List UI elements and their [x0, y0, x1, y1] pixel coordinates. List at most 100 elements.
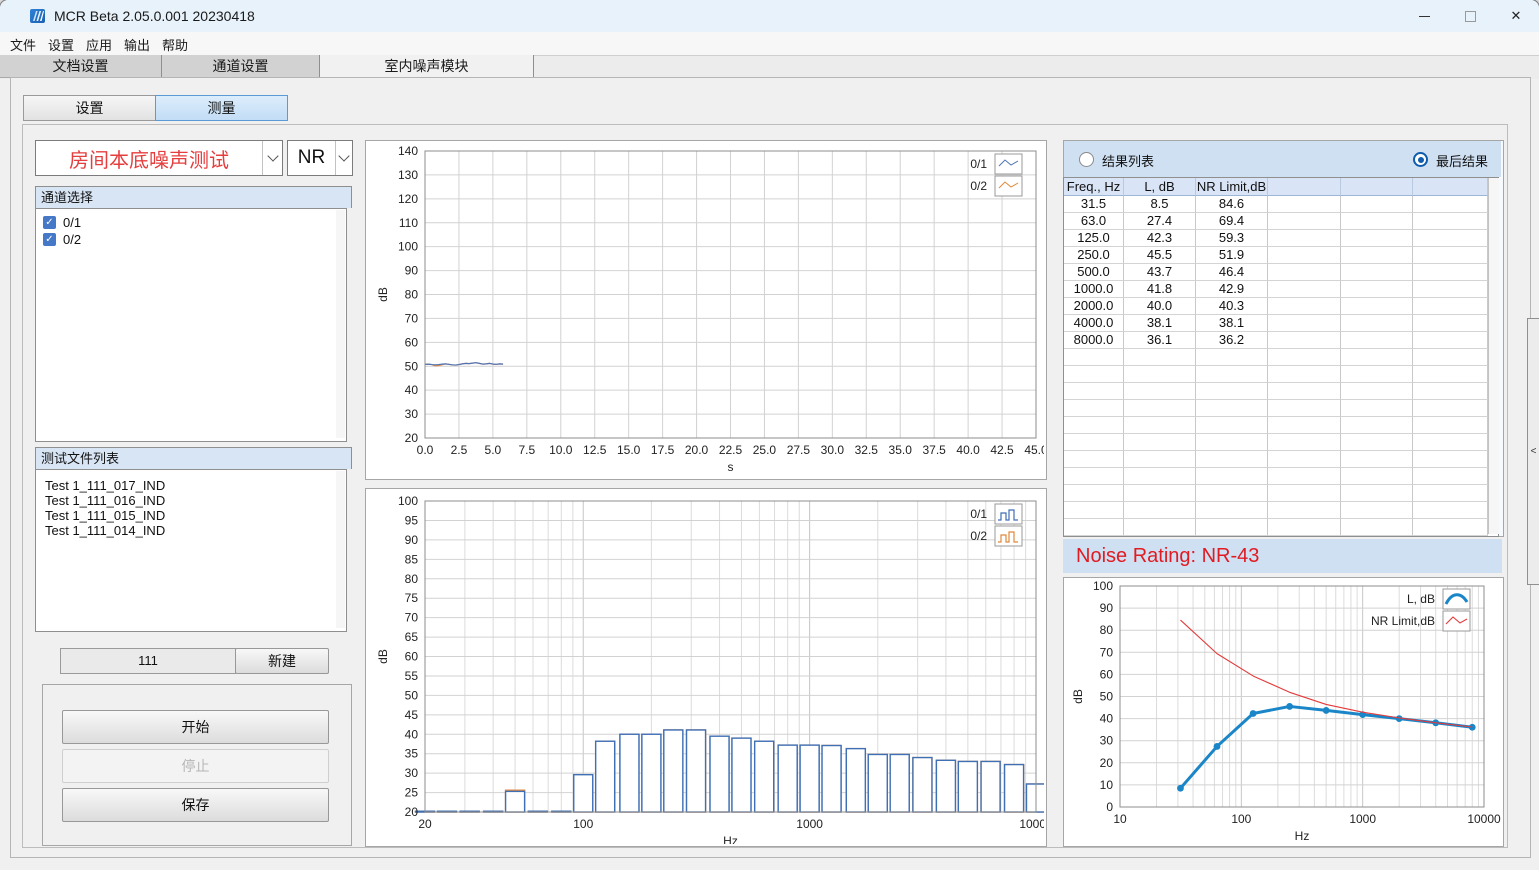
table-row[interactable]: 1000.041.842.9 [1064, 281, 1498, 298]
table-row [1064, 383, 1498, 400]
table-header-row: Freq., HzL, dBNR Limit,dB [1064, 178, 1498, 196]
table-cell [1124, 417, 1196, 434]
table-row[interactable]: 4000.038.138.1 [1064, 315, 1498, 332]
panel-collapse-handle[interactable]: < [1527, 318, 1539, 585]
table-cell [1196, 502, 1268, 519]
table-row[interactable]: 125.042.359.3 [1064, 230, 1498, 247]
menu-file[interactable]: 文件 [8, 35, 38, 53]
test-type-combobox[interactable]: 房间本底噪声测试 [35, 140, 283, 176]
menu-output[interactable]: 输出 [122, 35, 152, 53]
radio-result-list-label[interactable]: 结果列表 [1102, 151, 1154, 170]
table-cell [1268, 315, 1341, 332]
table-cell [1268, 247, 1341, 264]
table-cell [1413, 196, 1488, 213]
subtab-settings[interactable]: 设置 [23, 95, 156, 121]
table-cell: 40.3 [1196, 298, 1268, 315]
tab-channel-settings[interactable]: 通道设置 [162, 55, 320, 78]
save-button[interactable]: 保存 [62, 788, 329, 822]
svg-text:60: 60 [405, 335, 419, 349]
channel-item[interactable]: ✓ 0/2 [43, 232, 81, 247]
svg-text:30.0: 30.0 [821, 443, 845, 457]
results-table-scrollbar[interactable] [1488, 178, 1499, 534]
file-list-item[interactable]: Test 1_111_016_IND [45, 493, 165, 508]
channel-list-scrollbar[interactable] [336, 210, 345, 438]
file-list-item[interactable]: Test 1_111_014_IND [45, 523, 165, 538]
table-cell [1413, 315, 1488, 332]
test-type-dropdown-button[interactable] [262, 141, 282, 175]
table-row[interactable]: 500.043.746.4 [1064, 264, 1498, 281]
svg-text:50: 50 [1100, 690, 1114, 704]
svg-text:20: 20 [405, 805, 419, 819]
file-list-scrollbar[interactable] [336, 471, 345, 628]
table-cell: 42.3 [1124, 230, 1196, 247]
radio-last-result-label[interactable]: 最后结果 [1436, 151, 1488, 170]
table-cell [1124, 519, 1196, 536]
channel-label: 0/1 [63, 215, 81, 230]
menu-settings[interactable]: 设置 [46, 35, 76, 53]
table-cell [1064, 366, 1124, 383]
menu-apply[interactable]: 应用 [84, 35, 114, 53]
stop-button[interactable]: 停止 [62, 749, 329, 783]
table-row [1064, 519, 1498, 536]
table-cell [1341, 417, 1413, 434]
table-cell: 1000.0 [1064, 281, 1124, 298]
radio-last-result[interactable] [1413, 152, 1428, 167]
table-cell: 46.4 [1196, 264, 1268, 281]
start-button[interactable]: 开始 [62, 710, 329, 744]
svg-text:30: 30 [1100, 734, 1114, 748]
channel-listbox[interactable]: ✓ 0/1 ✓ 0/2 [35, 208, 347, 442]
svg-text:dB: dB [376, 287, 390, 302]
subtab-measure[interactable]: 测量 [155, 95, 288, 121]
results-table: Freq., HzL, dBNR Limit,dB31.58.584.663.0… [1063, 177, 1499, 537]
channel-select-header: 通道选择 [35, 186, 352, 208]
svg-text:40: 40 [1100, 712, 1114, 726]
table-cell [1341, 400, 1413, 417]
table-cell [1341, 298, 1413, 315]
table-cell: 36.1 [1124, 332, 1196, 349]
table-row [1064, 434, 1498, 451]
file-name-input[interactable]: 111 [60, 648, 236, 674]
rating-dropdown-button[interactable] [335, 141, 352, 175]
minimize-button[interactable] [1401, 0, 1447, 32]
checkbox-checked-icon[interactable]: ✓ [43, 216, 56, 229]
tab-indoor-noise-module[interactable]: 室内噪声模块 [320, 55, 534, 78]
table-cell [1268, 281, 1341, 298]
table-cell [1268, 332, 1341, 349]
maximize-button[interactable] [1447, 0, 1493, 32]
radio-result-list[interactable] [1079, 152, 1094, 167]
svg-text:s: s [728, 460, 734, 474]
svg-text:12.5: 12.5 [583, 443, 607, 457]
results-panel: 结果列表 最后结果 Freq., HzL, dBNR Limit,dB31.58… [1063, 140, 1504, 537]
table-cell [1268, 468, 1341, 485]
tab-document-settings[interactable]: 文档设置 [0, 55, 162, 78]
svg-text:40: 40 [405, 727, 419, 741]
table-cell [1341, 536, 1413, 537]
table-row[interactable]: 31.58.584.6 [1064, 196, 1498, 213]
test-type-value: 房间本底噪声测试 [36, 144, 262, 173]
svg-text:70: 70 [405, 611, 419, 625]
table-cell [1341, 213, 1413, 230]
svg-text:80: 80 [1100, 623, 1114, 637]
checkbox-checked-icon[interactable]: ✓ [43, 233, 56, 246]
channel-item[interactable]: ✓ 0/1 [43, 215, 81, 230]
table-cell [1124, 366, 1196, 383]
test-file-listbox[interactable]: Test 1_111_017_IND Test 1_111_016_IND Te… [35, 469, 347, 632]
table-row[interactable]: 2000.040.040.3 [1064, 298, 1498, 315]
noise-rating-chart: 101001000100000102030405060708090100HzdB… [1064, 578, 1501, 844]
table-cell [1064, 536, 1124, 537]
svg-text:35: 35 [405, 747, 419, 761]
svg-text:70: 70 [405, 311, 419, 325]
close-button[interactable]: ✕ [1493, 0, 1539, 32]
table-row[interactable]: 250.045.551.9 [1064, 247, 1498, 264]
svg-text:0/2: 0/2 [970, 529, 987, 543]
rating-combobox[interactable]: NR [287, 140, 353, 176]
table-row[interactable]: 8000.036.136.2 [1064, 332, 1498, 349]
table-row[interactable]: 63.027.469.4 [1064, 213, 1498, 230]
table-cell [1064, 400, 1124, 417]
new-file-button[interactable]: 新建 [235, 648, 329, 674]
file-list-item[interactable]: Test 1_111_017_IND [45, 478, 165, 493]
menu-help[interactable]: 帮助 [160, 35, 190, 53]
table-cell [1413, 536, 1488, 537]
file-list-item[interactable]: Test 1_111_015_IND [45, 508, 165, 523]
table-cell [1268, 519, 1341, 536]
